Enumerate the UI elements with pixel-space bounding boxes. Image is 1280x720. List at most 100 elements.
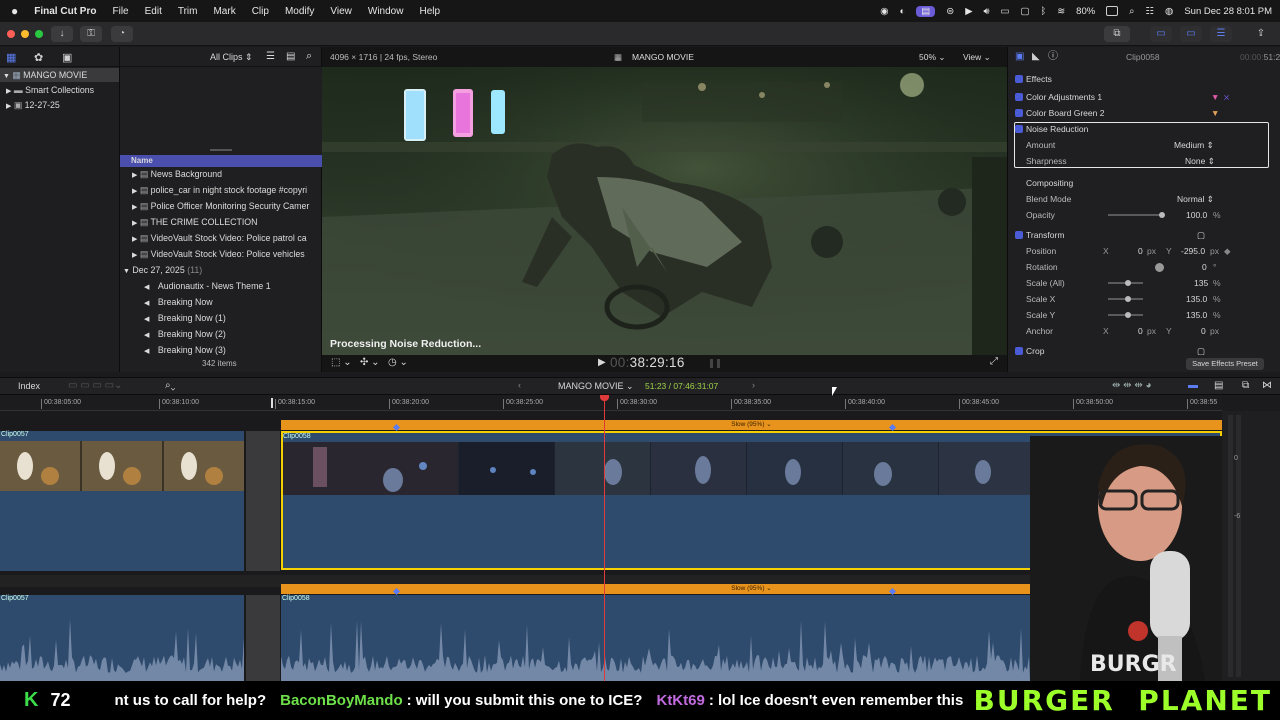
battery-icon[interactable] [1106,6,1119,16]
import-media-button[interactable]: ↓ [51,26,73,42]
fullscreen-viewer-icon[interactable]: ⤢ [990,356,998,367]
bluetooth-icon[interactable]: ᛒ [1040,6,1046,17]
browser-scroll-thumb[interactable] [210,149,232,151]
timeline-index-icon[interactable]: ⧉ [1242,380,1249,391]
clip-appearance-icon[interactable]: ▤ [286,51,295,62]
scale-x-value[interactable]: 135.0 [1186,291,1207,307]
scale-all-slider-knob[interactable] [1125,280,1131,286]
play-button[interactable]: ▶ [598,357,606,368]
crop-section[interactable]: Crop ▢ [1008,343,1280,359]
view-dropdown[interactable]: View ⌄ [963,47,991,67]
amount-popup[interactable]: Medium ⇕ [1174,137,1214,153]
column-header-name[interactable]: Name [120,155,322,167]
project-title[interactable]: MANGO MOVIE ⌄ [558,381,634,392]
menu-view[interactable]: View [322,6,360,17]
browser-row[interactable]: ▶ ▤ Police Officer Monitoring Security C… [120,199,322,213]
volume-icon[interactable]: 🔊︎ [984,6,990,17]
compositing-section[interactable]: Compositing [1008,175,1280,191]
scale-y-slider[interactable] [1108,312,1143,318]
effect-noise-reduction[interactable]: Noise Reduction [1008,121,1280,137]
disclosure-open-icon[interactable]: ▼ [3,73,10,80]
search-icon[interactable]: ⌕ [306,50,312,63]
disclosure-closed-icon[interactable]: ▶ [132,220,137,227]
info-inspector-tab-icon[interactable]: ⓘ [1048,47,1058,67]
speed-tool-icon[interactable]: ◷ ⌄ [388,357,408,368]
gap-clip[interactable] [246,431,280,571]
color-wheel-icon[interactable]: ▼ [1211,89,1219,105]
show-browser-button[interactable]: ▭ [1150,26,1172,42]
list-view-icon[interactable]: ☰ [266,51,275,62]
transform-section[interactable]: Transform ▢ [1008,227,1280,243]
scale-all-slider[interactable] [1108,280,1143,286]
keyword-editor-button[interactable]: ⚿ [80,26,102,42]
position-x-value[interactable]: 0 [1138,243,1143,259]
photos-tab-icon[interactable]: ✿ [34,51,43,64]
browser-row[interactable]: ▶ ▤ police_car in night stock footage #c… [120,183,322,197]
clip-0057[interactable]: Clip0057 [0,431,244,571]
menu-trim[interactable]: Trim [170,6,206,17]
titles-tab-icon[interactable]: ▣ [62,51,72,64]
onscreen-controls-icon[interactable]: ▢ [1197,227,1205,243]
effect-color-adjustments[interactable]: Color Adjustments 1 ▼ ⨯ [1008,89,1280,105]
opacity-slider[interactable] [1108,212,1165,218]
effects-checkbox[interactable] [1015,75,1023,83]
menu-help[interactable]: Help [411,6,448,17]
video-inspector-tab-icon[interactable]: ▣ [1015,47,1024,67]
disclosure-closed-icon[interactable]: ▶ [132,236,137,243]
show-timeline-button[interactable]: ▭ [1180,26,1202,42]
stage-manager-icon[interactable]: ▤ [916,5,936,17]
record-status-icon[interactable]: ◉ [880,6,888,17]
opacity-slider-knob[interactable] [1159,212,1165,218]
enhancement-tool-icon[interactable]: ✣ ⌄ [360,357,380,368]
rotation-value[interactable]: 0 [1202,259,1207,275]
scale-all-value[interactable]: 135 [1194,275,1208,291]
blend-mode-popup[interactable]: Normal ⇕ [1177,191,1214,207]
forward-nav-icon[interactable]: › [752,380,755,390]
spotlight-search-icon[interactable]: ⌕ [1129,6,1134,17]
timeline-ruler[interactable]: 00:38:05:00 00:38:10:00 00:38:15:00 00:38:2… [0,395,1222,411]
menu-clip[interactable]: Clip [244,6,277,17]
anchor-y-value[interactable]: 0 [1201,323,1206,339]
disclosure-closed-icon[interactable]: ▶ [132,188,137,195]
disclosure-closed-icon[interactable]: ▶ [6,88,11,95]
library-item-mango-movie[interactable]: ▼ ▦ MANGO MOVIE [0,68,119,82]
disclosure-open-icon[interactable]: ▼ [123,268,130,275]
color-wheel-icon[interactable]: ▼ [1211,105,1219,121]
clip-filter-dropdown[interactable]: All Clips ⇕ [210,52,253,63]
timecode-display[interactable]: 00:38:29:16 [610,355,685,370]
display-icon[interactable]: ▭ [1001,6,1010,17]
effects-section[interactable]: Effects [1008,71,1280,87]
siri-icon[interactable]: ◍ [1165,6,1173,17]
menu-extra-icon[interactable]: ⊜ [946,6,954,17]
scale-y-slider-knob[interactable] [1125,312,1131,318]
opacity-value[interactable]: 100.0 [1186,207,1207,223]
disclosure-closed-icon[interactable]: ▶ [132,252,137,259]
select-tool-icon[interactable]: ⌕⌄ [165,380,175,391]
scale-x-slider[interactable] [1108,296,1143,302]
wifi-icon[interactable]: ≋ [1057,6,1065,17]
transform-tool-icon[interactable]: ⬚ ⌄ [331,357,352,368]
mask-icon[interactable]: ⨯ [1223,89,1230,105]
rotation-dial[interactable] [1155,263,1164,272]
position-y-value[interactable]: -295.0 [1181,243,1205,259]
disclosure-closed-icon[interactable]: ▶ [132,172,137,179]
browser-row[interactable]: ◀ Breaking Now (1) [120,311,322,325]
disclosure-closed-icon[interactable]: ▶ [132,204,137,211]
libraries-tab-icon[interactable]: ▦ [6,51,16,64]
menu-mark[interactable]: Mark [205,6,243,17]
control-center-icon[interactable]: ☷ [1146,6,1155,17]
scale-x-slider-knob[interactable] [1125,296,1131,302]
menu-modify[interactable]: Modify [277,6,322,17]
app-menu[interactable]: Final Cut Pro [26,6,104,17]
sidebar-item-event[interactable]: ▶ ▣ 12-27-25 [0,98,60,112]
menu-edit[interactable]: Edit [137,6,170,17]
edit-buttons[interactable]: ▭ ▭ ▭ ▭⌄ [68,380,123,391]
browser-row[interactable]: ◀ Breaking Now (2) [120,327,322,341]
effect-checkbox[interactable] [1015,93,1023,101]
share-button[interactable]: ⇪ [1250,26,1272,42]
video-frame[interactable]: Processing Noise Reduction... [322,67,1007,355]
show-inspector-button[interactable]: ☰ [1210,26,1232,42]
close-window-button[interactable] [7,30,15,38]
browser-row[interactable]: ▶ ▤ News Background [120,167,322,181]
background-tasks-button[interactable]: ◔ [111,26,133,42]
